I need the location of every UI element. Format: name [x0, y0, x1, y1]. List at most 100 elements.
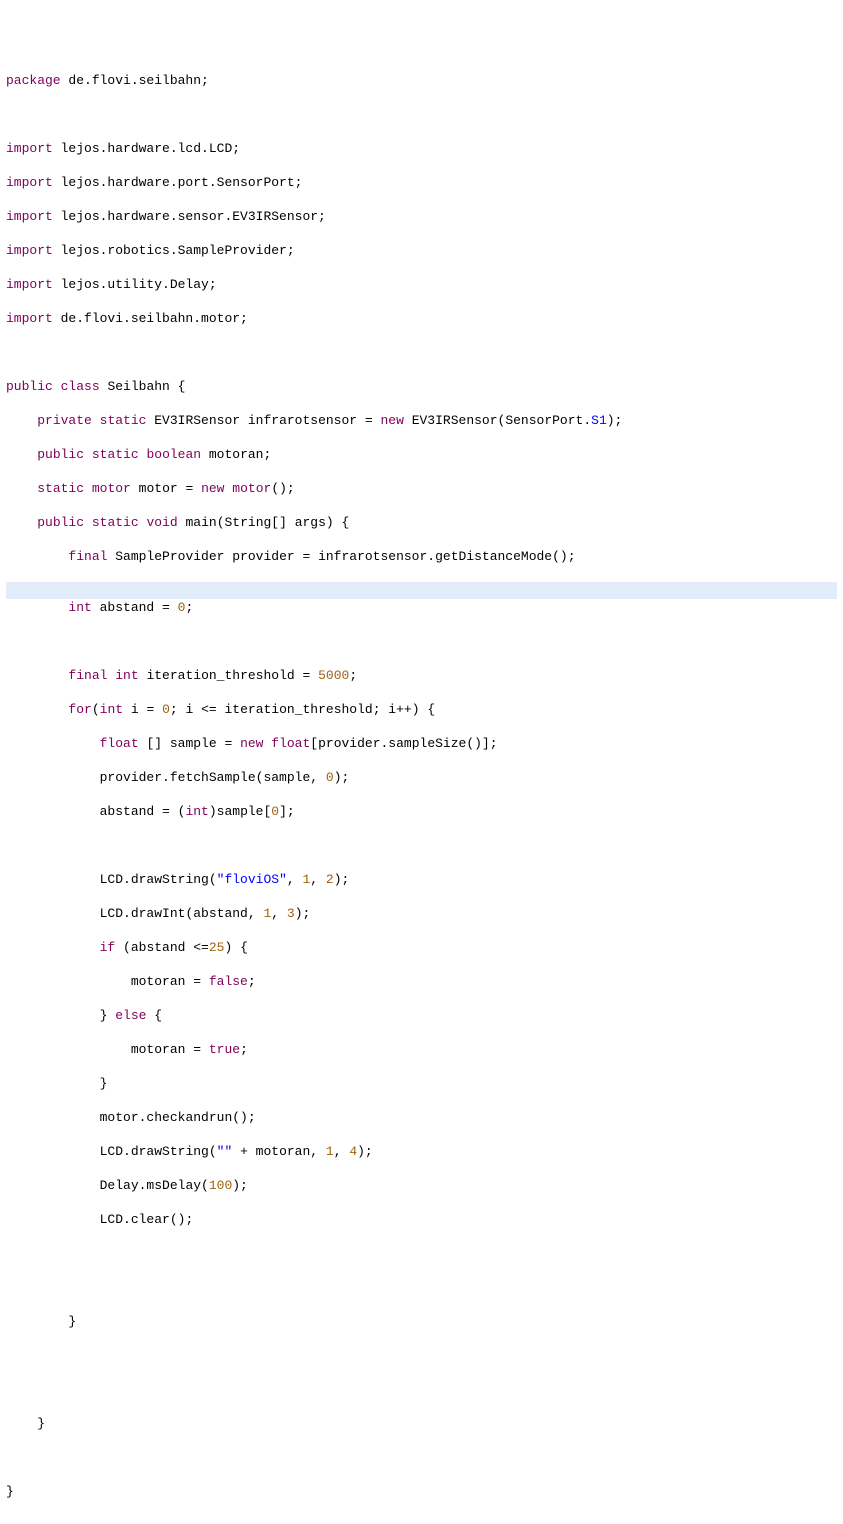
keyword-int: int: [100, 702, 123, 717]
code-line: }: [6, 1415, 837, 1432]
keyword-public: public: [6, 379, 53, 394]
number-literal: 1: [302, 872, 310, 887]
code-line: final SampleProvider provider = infrarot…: [6, 548, 837, 565]
type-motor: motor: [232, 481, 271, 496]
keyword-package: package: [6, 73, 61, 88]
import-path: de.flovi.seilbahn.motor;: [53, 311, 248, 326]
keyword-false: false: [209, 974, 248, 989]
import-path: lejos.hardware.port.SensorPort;: [53, 175, 303, 190]
number-literal: 2: [326, 872, 334, 887]
import-path: lejos.utility.Delay;: [53, 277, 217, 292]
keyword-float: float: [271, 736, 310, 751]
code-line: package de.flovi.seilbahn;: [6, 72, 837, 89]
number-literal: 3: [287, 906, 295, 921]
keyword-else: else: [115, 1008, 146, 1023]
code-line: [6, 633, 837, 650]
keyword-static: static: [37, 481, 84, 496]
import-path: lejos.hardware.lcd.LCD;: [53, 141, 240, 156]
keyword-static: static: [92, 515, 139, 530]
number-literal: 4: [349, 1144, 357, 1159]
main-signature: main(String[] args) {: [178, 515, 350, 530]
code-line: public static boolean motoran;: [6, 446, 837, 463]
code-line: }: [6, 1313, 837, 1330]
code-line: } else {: [6, 1007, 837, 1024]
code-line: public class Seilbahn {: [6, 378, 837, 395]
code-line: motoran = true;: [6, 1041, 837, 1058]
keyword-import: import: [6, 311, 53, 326]
code-line: [6, 837, 837, 854]
code-line: }: [6, 1075, 837, 1092]
code-line: public static void main(String[] args) {: [6, 514, 837, 531]
keyword-static: static: [100, 413, 147, 428]
code-line: provider.fetchSample(sample, 0);: [6, 769, 837, 786]
code-line: private static EV3IRSensor infrarotsenso…: [6, 412, 837, 429]
code-line: LCD.drawInt(abstand, 1, 3);: [6, 905, 837, 922]
code-line: motor.checkandrun();: [6, 1109, 837, 1126]
keyword-if: if: [100, 940, 116, 955]
string-literal: "floviOS": [217, 872, 287, 887]
keyword-new: new: [240, 736, 263, 751]
keyword-class: class: [61, 379, 100, 394]
keyword-true: true: [209, 1042, 240, 1057]
code-line: import lejos.hardware.sensor.EV3IRSensor…: [6, 208, 837, 225]
number-literal: 0: [271, 804, 279, 819]
field-decl: motor =: [131, 481, 201, 496]
code-line: Delay.msDelay(100);: [6, 1177, 837, 1194]
code-line: [6, 1245, 837, 1262]
package-path: de.flovi.seilbahn;: [61, 73, 209, 88]
keyword-int: int: [115, 668, 138, 683]
code-line: int abstand = 0;: [6, 599, 837, 616]
string-literal: "": [217, 1144, 233, 1159]
import-path: lejos.robotics.SampleProvider;: [53, 243, 295, 258]
code-line: abstand = (int)sample[0];: [6, 803, 837, 820]
number-literal: 1: [326, 1144, 334, 1159]
code-line: import lejos.utility.Delay;: [6, 276, 837, 293]
code-line: import de.flovi.seilbahn.motor;: [6, 310, 837, 327]
code-line: [6, 1279, 837, 1296]
keyword-boolean: boolean: [146, 447, 201, 462]
provider-decl: SampleProvider provider = infrarotsensor…: [107, 549, 575, 564]
keyword-import: import: [6, 141, 53, 156]
keyword-void: void: [146, 515, 177, 530]
keyword-import: import: [6, 209, 53, 224]
code-line: final int iteration_threshold = 5000;: [6, 667, 837, 684]
number-literal: 0: [326, 770, 334, 785]
code-line: static motor motor = new motor();: [6, 480, 837, 497]
keyword-import: import: [6, 175, 53, 190]
code-line: [6, 344, 837, 361]
keyword-float: float: [100, 736, 139, 751]
code-line: import lejos.hardware.port.SensorPort;: [6, 174, 837, 191]
code-line: for(int i = 0; i <= iteration_threshold;…: [6, 701, 837, 718]
keyword-final: final: [68, 668, 107, 683]
number-literal: 100: [209, 1178, 232, 1193]
keyword-new: new: [381, 413, 404, 428]
code-line: import lejos.robotics.SampleProvider;: [6, 242, 837, 259]
keyword-for: for: [68, 702, 91, 717]
keyword-int: int: [68, 600, 91, 615]
code-line: LCD.clear();: [6, 1211, 837, 1228]
code-line: [6, 106, 837, 123]
code-line: [6, 1449, 837, 1466]
keyword-private: private: [37, 413, 92, 428]
highlighted-line[interactable]: [6, 582, 837, 599]
keyword-import: import: [6, 277, 53, 292]
field-decl: EV3IRSensor infrarotsensor =: [146, 413, 380, 428]
keyword-int: int: [185, 804, 208, 819]
class-name: Seilbahn {: [100, 379, 186, 394]
code-line: if (abstand <=25) {: [6, 939, 837, 956]
number-literal: 0: [162, 702, 170, 717]
keyword-import: import: [6, 243, 53, 258]
code-line: motoran = false;: [6, 973, 837, 990]
number-literal: 25: [209, 940, 225, 955]
code-line: LCD.drawString("" + motoran, 1, 4);: [6, 1143, 837, 1160]
keyword-final: final: [68, 549, 107, 564]
type-motor: motor: [92, 481, 131, 496]
code-line: import lejos.hardware.lcd.LCD;: [6, 140, 837, 157]
keyword-public: public: [37, 447, 84, 462]
code-line: }: [6, 1483, 837, 1500]
number-literal: 1: [263, 906, 271, 921]
import-path: lejos.hardware.sensor.EV3IRSensor;: [53, 209, 326, 224]
ctor-call: EV3IRSensor(SensorPort.: [404, 413, 591, 428]
keyword-public: public: [37, 515, 84, 530]
enum-constant: S1: [591, 413, 607, 428]
